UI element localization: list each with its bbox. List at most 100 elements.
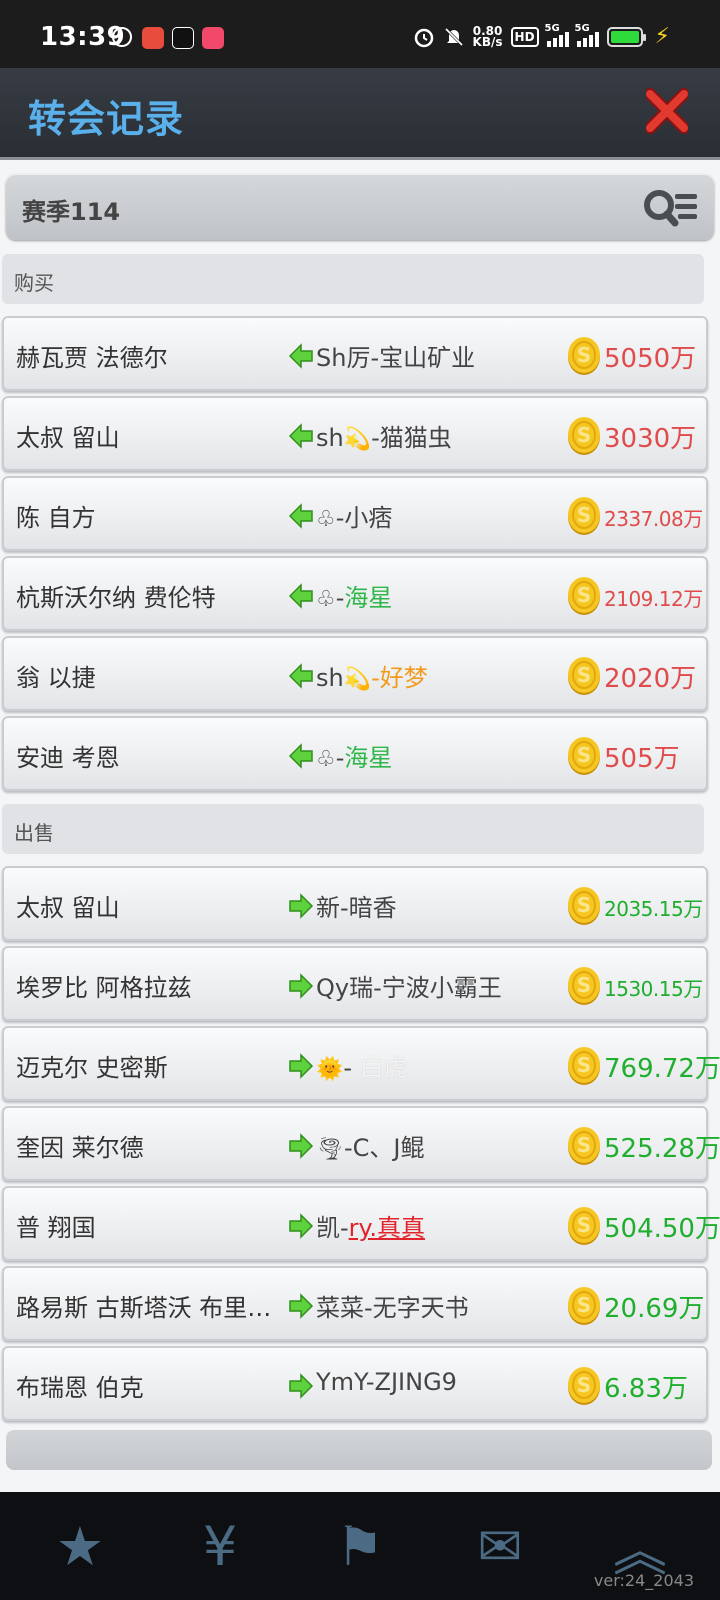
player-name: 安迪 考恩	[16, 744, 120, 772]
club-name: YmY-ZJING9	[316, 1368, 457, 1396]
svg-text:S: S	[577, 973, 591, 997]
buy-row[interactable]: 翁 以捷 sh💫-好梦 S 2020万	[2, 636, 708, 711]
arrow-right-icon	[289, 1053, 314, 1079]
arrow-left-icon	[288, 503, 313, 529]
coin-icon: S	[568, 657, 600, 695]
section-header-buy: 购买	[2, 254, 704, 304]
club-suit-icon: ♧	[316, 507, 336, 532]
hd-badge: HD	[510, 26, 539, 47]
coin-icon: S	[568, 1367, 600, 1405]
arrow-left-icon	[288, 343, 313, 369]
tab-chat-icon[interactable]: ✉	[440, 1492, 560, 1600]
sell-row[interactable]: 埃罗比 阿格拉兹 Qy瑞-宁波小霸王 S 1530.15万	[2, 946, 708, 1021]
header: 转会记录	[0, 68, 720, 160]
sell-row[interactable]: 奎因 莱尔德 🌪-C、J鲲 S 525.28万	[2, 1106, 720, 1181]
buy-row[interactable]: 杭斯沃尔纳 费伦特 ♧-海星 S 2109.12万	[2, 556, 708, 631]
transfer-fee: 2020万	[604, 664, 697, 694]
coin-icon: S	[568, 1287, 600, 1325]
search-list-icon[interactable]	[642, 186, 700, 228]
club-name: 菜菜-无字天书	[316, 1294, 469, 1322]
svg-text:S: S	[577, 343, 591, 367]
svg-text:S: S	[577, 583, 591, 607]
club-suit-icon: ♧	[316, 587, 336, 612]
sell-row[interactable]: 普 翔国 凯-ry.真真 S 504.50万	[2, 1186, 720, 1261]
coin-icon: S	[568, 1207, 600, 1245]
dizzy-icon: 💫	[343, 427, 372, 452]
transfer-fee: 769.72万	[604, 1054, 720, 1084]
coin-icon: S	[568, 497, 600, 535]
status-bar: 13:39 0.80 KB/s HD 5G 5G ⚡	[0, 0, 720, 68]
club-name: Sh厉-宝山矿业	[316, 344, 476, 372]
arrow-left-icon	[288, 663, 313, 689]
arrow-left-icon	[288, 583, 313, 609]
tab-yen-icon[interactable]: ¥	[160, 1492, 280, 1600]
player-name: 杭斯沃尔纳 费伦特	[16, 584, 216, 612]
buy-row[interactable]: 太叔 留山 sh💫-猫猫虫 S 3030万	[2, 396, 708, 471]
net-speed: 0.80 KB/s	[472, 23, 503, 49]
club-name: 新-暗香	[316, 894, 397, 922]
svg-text:S: S	[577, 423, 591, 447]
close-icon	[646, 88, 688, 134]
arrow-right-icon	[289, 1213, 314, 1239]
svg-text:S: S	[577, 743, 591, 767]
player-name: 太叔 留山	[16, 894, 120, 922]
player-name: 陈 自方	[16, 504, 96, 532]
transfer-fee: 2337.08万	[604, 507, 703, 531]
coin-icon: S	[568, 967, 600, 1005]
sell-row[interactable]: 太叔 留山 新-暗香 S 2035.15万	[2, 866, 708, 941]
buy-row[interactable]: 赫瓦贾 法德尔 Sh厉-宝山矿业 S 5050万	[2, 316, 708, 391]
transfer-fee: 1530.15万	[604, 977, 703, 1001]
sell-row[interactable]: 路易斯 古斯塔沃 布里… 菜菜-无字天书 S 20.69万	[2, 1266, 708, 1341]
transfer-fee: 505万	[604, 744, 680, 774]
arrow-left-icon	[288, 423, 313, 449]
season-selector[interactable]: 赛季114	[6, 174, 714, 240]
tab-star-icon[interactable]: ★	[20, 1492, 140, 1600]
bottom-nav: ★ ¥ ⚑ ✉ ︽ ver:24_2043	[0, 1492, 720, 1600]
sell-row[interactable]: 迈克尔 史密斯 🌞- 白虎 S 769.72万	[2, 1026, 720, 1101]
svg-text:S: S	[577, 663, 591, 687]
coin-icon: S	[568, 737, 600, 775]
svg-text:S: S	[577, 1293, 591, 1317]
player-name: 翁 以捷	[16, 664, 96, 692]
svg-text:S: S	[577, 893, 591, 917]
transfer-fee: 2035.15万	[604, 897, 703, 921]
player-name: 赫瓦贾 法德尔	[16, 344, 168, 372]
transfer-fee: 2109.12万	[604, 587, 703, 611]
player-name: 奎因 莱尔德	[16, 1134, 144, 1162]
arrow-right-icon	[289, 1133, 314, 1159]
player-name: 路易斯 古斯塔沃 布里…	[16, 1294, 272, 1322]
transfer-fee: 5050万	[604, 344, 697, 374]
arrow-right-icon	[289, 973, 314, 999]
player-name: 太叔 留山	[16, 424, 120, 452]
svg-text:S: S	[577, 1133, 591, 1157]
arrow-right-icon	[289, 1293, 314, 1319]
transfer-fee: 525.28万	[604, 1134, 720, 1164]
season-label: 赛季114	[22, 198, 121, 226]
tab-team-icon[interactable]: ⚑	[300, 1492, 420, 1600]
sell-row[interactable]: 布瑞恩 伯克 YmY-ZJING9 S 6.83万	[2, 1346, 708, 1421]
coin-icon: S	[568, 887, 600, 925]
coin-icon: S	[568, 1127, 600, 1165]
close-button[interactable]	[644, 86, 690, 136]
transfer-fee: 20.69万	[604, 1294, 705, 1324]
player-name: 埃罗比 阿格拉兹	[16, 974, 192, 1002]
next-season-bar[interactable]	[6, 1430, 712, 1470]
club-suit-icon: ♧	[316, 747, 336, 772]
arrow-right-icon	[289, 893, 314, 919]
coin-icon: S	[568, 577, 600, 615]
buy-row[interactable]: 陈 自方 ♧-小痞 S 2337.08万	[2, 476, 708, 551]
player-name: 迈克尔 史密斯	[16, 1054, 168, 1082]
svg-text:S: S	[577, 1373, 591, 1397]
signal-2-icon: 5G	[575, 23, 599, 47]
club-name: Qy瑞-宁波小霸王	[316, 974, 502, 1002]
club-name: ♧-小痞	[316, 504, 393, 532]
buy-row[interactable]: 安迪 考恩 ♧-海星 S 505万	[2, 716, 708, 791]
version-label: ver:24_2043	[593, 1571, 694, 1590]
club-name: ♧-海星	[316, 744, 393, 772]
battery-icon	[606, 26, 646, 47]
club-name: ♧-海星	[316, 584, 393, 612]
svg-text:S: S	[577, 1213, 591, 1237]
app-icon-4	[202, 27, 224, 49]
app-icon-2	[142, 27, 164, 49]
transfer-fee: 504.50万	[604, 1214, 720, 1244]
